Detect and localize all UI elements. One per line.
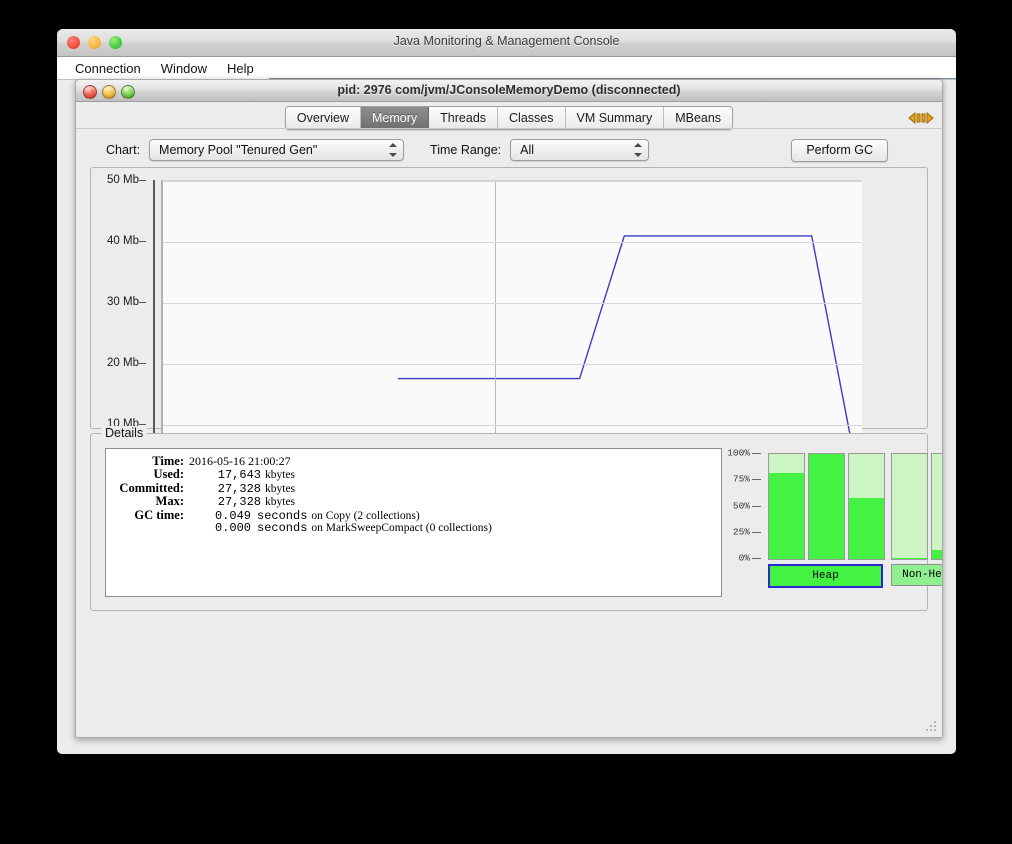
chart-y-tick-label: 20 Mb: [107, 357, 139, 369]
chart-y-tick-mark: [139, 302, 146, 303]
memory-bar-axis-label: 25%: [732, 526, 750, 538]
menu-item-window[interactable]: Window: [151, 60, 217, 77]
memory-pool-bar-chart: 100% 75% 50% 25% 0% Heap Non-Heap: [726, 445, 942, 592]
details-value-gctime-msc: 0.000: [214, 520, 251, 535]
internal-frame: pid: 2976 com/jvm/JConsoleMemoryDemo (di…: [75, 79, 943, 738]
time-range-select[interactable]: All: [510, 139, 650, 161]
details-row-time: Time: 2016-05-16 21:00:27: [106, 454, 721, 468]
time-range-select-value: All: [520, 143, 535, 157]
tab-mbeans[interactable]: MBeans: [664, 107, 733, 129]
details-row-max: Max: 27,328 kbytes: [106, 494, 721, 510]
details-key-max: Max:: [155, 494, 184, 509]
memory-bar-axis-tick: [752, 453, 761, 454]
memory-bar-axis-tick: [752, 505, 761, 507]
chevron-updown-icon: [633, 143, 642, 157]
memory-bar-fill: [892, 557, 927, 559]
details-value-max: 27,328: [217, 495, 261, 510]
time-range-label: Time Range:: [430, 143, 502, 157]
memory-tab-content: Chart: Memory Pool "Tenured Gen" Time Ra…: [76, 133, 942, 737]
tab-vm-summary[interactable]: VM Summary: [565, 107, 665, 129]
chart-label: Chart:: [106, 143, 141, 157]
chart-gridline: [163, 364, 862, 365]
memory-bar-group: [768, 453, 885, 560]
memory-bar[interactable]: [808, 453, 845, 560]
tab-memory[interactable]: Memory: [361, 107, 430, 129]
memory-chart-panel: 50 Mb40 Mb30 Mb20 Mb10 Mb0.0 Mb 21:00 Us…: [90, 167, 928, 512]
memory-bar-group-label-non-heap[interactable]: Non-Heap: [891, 564, 942, 586]
window-title: Java Monitoring & Management Console: [393, 34, 620, 48]
memory-bar-fill: [769, 472, 804, 559]
details-text-area[interactable]: Time: 2016-05-16 21:00:27 Used: 17,643 k…: [105, 448, 722, 597]
details-unit-max: kbytes: [265, 496, 296, 509]
tab-bar: Overview Memory Threads Classes VM Summa…: [76, 102, 942, 134]
memory-bar-group-label-heap[interactable]: Heap: [768, 564, 883, 588]
details-value-time: 2016-05-16 21:00:27: [189, 454, 291, 468]
details-unit-used: kbytes: [265, 469, 296, 482]
memory-bar-axis-label: 100%: [727, 447, 750, 459]
details-unit-committed: kbytes: [265, 482, 296, 495]
internal-frame-titlebar: pid: 2976 com/jvm/JConsoleMemoryDemo (di…: [76, 80, 942, 102]
memory-bar-axis-label: 75%: [732, 473, 750, 485]
details-key-used: Used:: [153, 467, 184, 482]
internal-frame-title: pid: 2976 com/jvm/JConsoleMemoryDemo (di…: [337, 83, 681, 97]
memory-chart[interactable]: 50 Mb40 Mb30 Mb20 Mb10 Mb0.0 Mb 21:00 Us…: [91, 168, 927, 512]
chart-gridline: [163, 425, 862, 426]
details-detail-gctime-copy: on Copy (2 collections): [311, 509, 420, 522]
details-key-gctime: GC time:: [134, 507, 184, 522]
memory-bar[interactable]: [931, 453, 942, 560]
memory-bar[interactable]: [891, 453, 928, 560]
details-key-time: Time:: [152, 454, 184, 468]
chart-y-tick-mark: [139, 241, 146, 242]
tab-threads[interactable]: Threads: [429, 107, 499, 129]
memory-bar[interactable]: [848, 453, 885, 560]
window-titlebar: Java Monitoring & Management Console: [57, 29, 956, 57]
details-panel: Details Time: 2016-05-16 21:00:27 Used: …: [90, 426, 942, 611]
memory-bar[interactable]: [768, 453, 805, 560]
menu-item-help[interactable]: Help: [217, 60, 264, 77]
chart-select-value: Memory Pool "Tenured Gen": [159, 143, 318, 157]
menu-bar: Connection Window Help: [57, 57, 956, 80]
chart-y-tick-mark: [139, 363, 146, 364]
details-row-gctime-copy: GC time: 0.049 seconds on Copy (2 collec…: [106, 507, 721, 523]
menu-item-connection[interactable]: Connection: [65, 60, 151, 77]
chart-select[interactable]: Memory Pool "Tenured Gen": [149, 139, 405, 161]
details-value-committed: 27,328: [217, 481, 261, 496]
chart-y-tick-label: 40 Mb: [107, 235, 139, 247]
tab-classes[interactable]: Classes: [498, 107, 566, 129]
chart-controls: Chart: Memory Pool "Tenured Gen" Time Ra…: [90, 133, 928, 167]
chevron-updown-icon: [388, 143, 397, 157]
chart-y-tick-label: 30 Mb: [107, 296, 139, 308]
perform-gc-button[interactable]: Perform GC: [791, 138, 888, 162]
chart-y-tick-mark: [139, 180, 146, 181]
memory-bar-fill: [932, 549, 942, 559]
details-row-used: Used: 17,643 kbytes: [106, 467, 721, 483]
memory-bar-axis-label: 0%: [738, 552, 750, 564]
memory-bar-axis-label: 50%: [732, 500, 750, 511]
memory-bar-axis-tick: [752, 531, 761, 533]
memory-bar-group: [891, 453, 942, 560]
chart-gridline: [163, 181, 862, 182]
tab-overview[interactable]: Overview: [285, 107, 362, 129]
details-row-gctime-msc: 0.000 seconds on MarkSweepCompact (0 col…: [106, 520, 721, 535]
memory-bar-fill: [809, 454, 844, 559]
chart-y-tick-label: 50 Mb: [107, 174, 139, 186]
details-value-used: 17,643: [217, 468, 261, 483]
details-key-committed: Committed:: [119, 480, 184, 495]
chart-gridline: [163, 242, 862, 243]
memory-bar-fill: [849, 498, 884, 559]
details-row-committed: Committed: 27,328 kbytes: [106, 480, 721, 496]
tab-scroll-arrows-icon[interactable]: [908, 111, 934, 125]
details-panel-title: Details: [101, 426, 148, 440]
resize-grip-icon[interactable]: [925, 720, 938, 733]
chart-y-tick-mark: [139, 424, 146, 425]
chart-gridline: [163, 303, 862, 304]
memory-bar-axis-tick: [752, 479, 761, 481]
details-detail-gctime-msc: on MarkSweepCompact (0 collections): [311, 521, 492, 534]
main-window: Java Monitoring & Management Console Con…: [57, 29, 956, 754]
tab-list: Overview Memory Threads Classes VM Summa…: [284, 106, 734, 130]
memory-bar-axis-tick: [752, 558, 761, 559]
details-unit-seconds-msc: seconds: [257, 520, 308, 535]
